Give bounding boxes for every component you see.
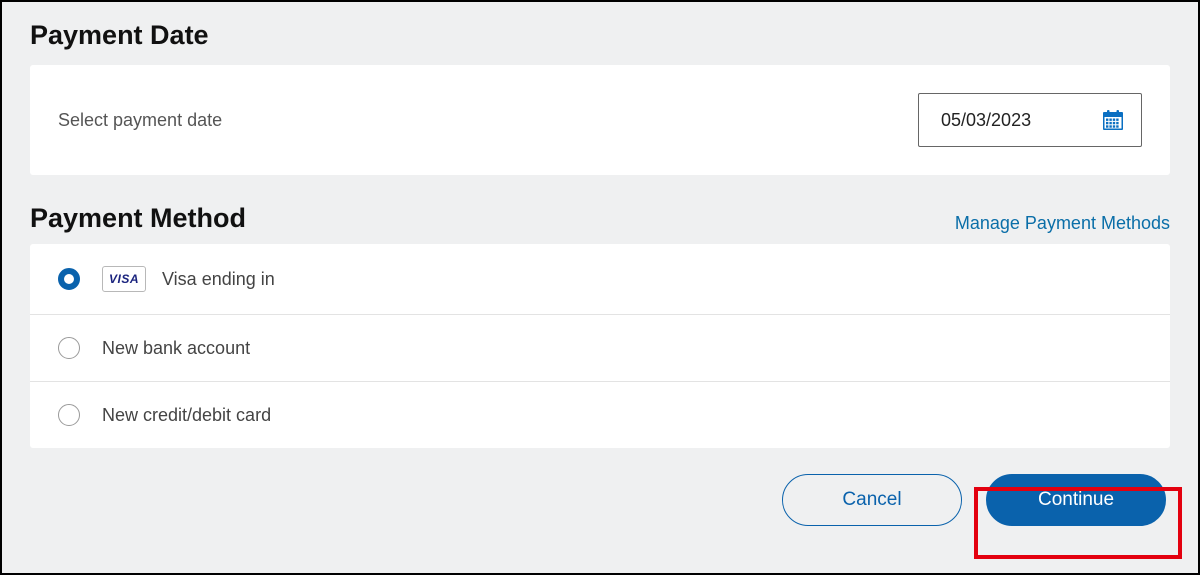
calendar-icon[interactable] bbox=[1101, 108, 1125, 132]
visa-card-icon: VISA bbox=[102, 266, 146, 292]
action-buttons: Cancel Continue bbox=[30, 474, 1170, 526]
continue-button[interactable]: Continue bbox=[986, 474, 1166, 526]
radio-selected-icon[interactable] bbox=[58, 268, 80, 290]
manage-payment-methods-link[interactable]: Manage Payment Methods bbox=[955, 213, 1170, 234]
payment-method-option-label: New credit/debit card bbox=[102, 405, 271, 426]
payment-method-list: VISA Visa ending in New bank account New… bbox=[30, 244, 1170, 448]
payment-method-option-label: New bank account bbox=[102, 338, 250, 359]
payment-method-option-label: Visa ending in bbox=[162, 269, 275, 290]
payment-method-header: Payment Method Manage Payment Methods bbox=[30, 203, 1170, 234]
payment-method-heading: Payment Method bbox=[30, 203, 246, 234]
payment-date-card: Select payment date 05/03/2023 bbox=[30, 65, 1170, 175]
payment-method-option-visa[interactable]: VISA Visa ending in bbox=[30, 244, 1170, 315]
payment-date-heading: Payment Date bbox=[30, 20, 1170, 51]
payment-method-option-new-bank[interactable]: New bank account bbox=[30, 315, 1170, 382]
radio-unselected-icon[interactable] bbox=[58, 337, 80, 359]
payment-method-option-new-card[interactable]: New credit/debit card bbox=[30, 382, 1170, 448]
cancel-button[interactable]: Cancel bbox=[782, 474, 962, 526]
radio-unselected-icon[interactable] bbox=[58, 404, 80, 426]
payment-date-value: 05/03/2023 bbox=[941, 110, 1031, 131]
payment-form-panel: Payment Date Select payment date 05/03/2… bbox=[0, 0, 1200, 575]
payment-date-input[interactable]: 05/03/2023 bbox=[918, 93, 1142, 147]
payment-date-label: Select payment date bbox=[58, 110, 222, 131]
